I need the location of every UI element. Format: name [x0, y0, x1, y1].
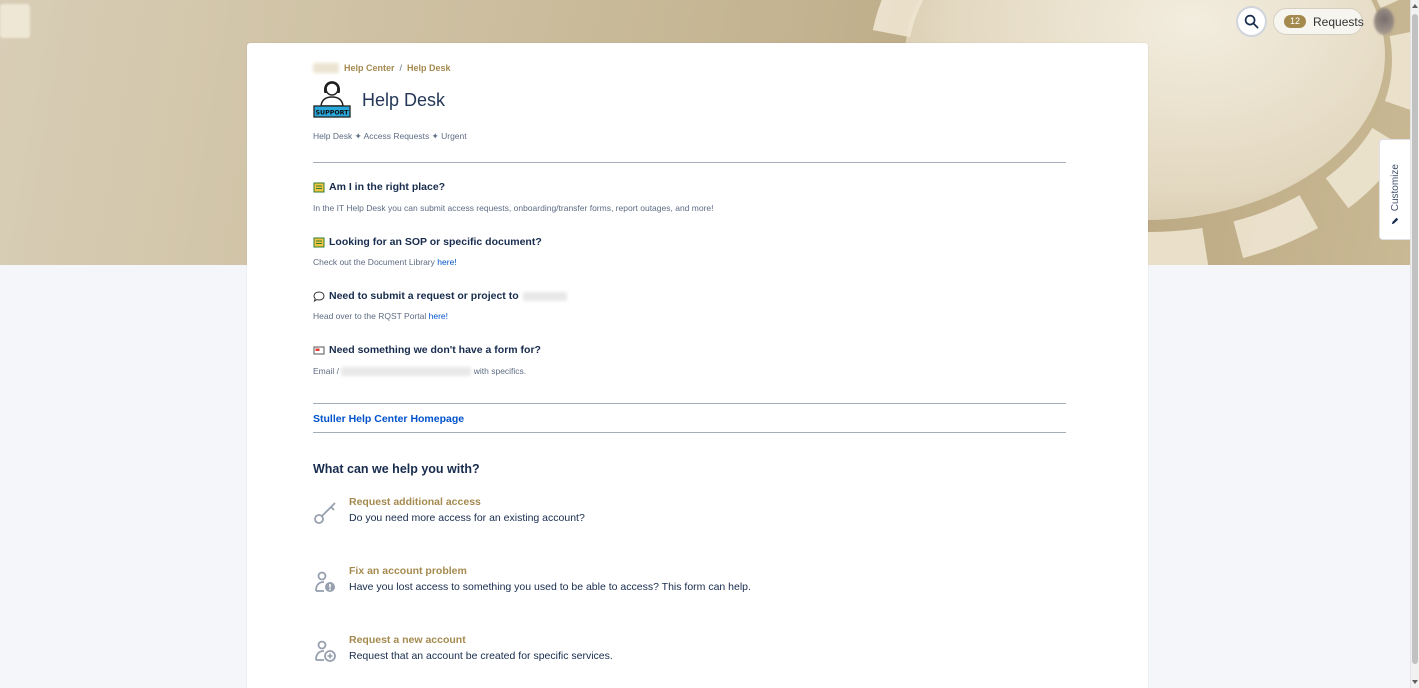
- section-text-sop: Check out the Document Library here!: [313, 257, 457, 267]
- request-type-title[interactable]: Fix an account problem: [349, 565, 467, 577]
- section-text-rqst: Head over to the RQST Portal here!: [313, 311, 448, 321]
- divider: [313, 403, 1066, 404]
- request-type-fix-account[interactable]: Fix an account problem Have you lost acc…: [313, 565, 1013, 605]
- breadcrumb-help-desk[interactable]: Help Desk: [407, 63, 451, 73]
- avatar[interactable]: [1374, 8, 1394, 35]
- page-subtitle: Help Desk ✦ Access Requests ✦ Urgent: [313, 131, 467, 141]
- request-type-description: Have you lost access to something you us…: [349, 581, 751, 593]
- speech-bubble-icon: [313, 290, 325, 302]
- requests-label: Requests: [1313, 14, 1364, 29]
- help-center-homepage-link[interactable]: Stuller Help Center Homepage: [313, 413, 464, 425]
- divider: [313, 162, 1066, 163]
- section-text-body: Check out the Document Library: [313, 257, 435, 267]
- envelope-icon: [313, 346, 325, 354]
- breadcrumb-help-center[interactable]: Help Center: [344, 63, 395, 73]
- redacted-text: [522, 291, 567, 301]
- pencil-icon: [1391, 217, 1399, 225]
- user-add-icon: [315, 640, 336, 662]
- book-icon: [313, 182, 325, 192]
- search-button[interactable]: [1238, 8, 1265, 35]
- svg-text:SUPPORT: SUPPORT: [315, 110, 349, 117]
- section-text-body: with specifics.: [473, 366, 527, 376]
- key-icon: [314, 502, 336, 524]
- section-title-no-form: Need something we don't have a form for?: [313, 344, 541, 356]
- support-agent-icon: SUPPORT: [313, 81, 351, 118]
- requests-count-badge: 12: [1284, 15, 1307, 28]
- site-logo[interactable]: [0, 4, 30, 38]
- section-text-no-form: Email / with specifics.: [313, 366, 527, 377]
- portal-card: Help Center / Help Desk SUPPORT Help Des…: [247, 43, 1148, 688]
- search-icon: [1244, 14, 1259, 29]
- section-title-text: Need something we don't have a form for?: [329, 344, 541, 356]
- section-title-text: Looking for an SOP or specific document?: [329, 236, 542, 248]
- request-type-title[interactable]: Request a new account: [349, 634, 466, 646]
- section-title-sop: Looking for an SOP or specific document?: [313, 236, 542, 248]
- help-heading: What can we help you with?: [313, 462, 480, 476]
- breadcrumb: Help Center / Help Desk: [313, 63, 451, 73]
- request-type-additional-access[interactable]: Request additional access Do you need mo…: [313, 496, 1013, 536]
- request-type-title[interactable]: Request additional access: [349, 496, 481, 508]
- redacted-email: [341, 367, 472, 377]
- section-text-body: Email /: [313, 366, 339, 376]
- divider: [313, 432, 1066, 433]
- scroll-thumb[interactable]: [1412, 14, 1418, 664]
- request-type-new-account[interactable]: Request a new account Request that an ac…: [313, 634, 1013, 674]
- section-title-rqst: Need to submit a request or project to: [313, 290, 567, 302]
- section-text-right-place: In the IT Help Desk you can submit acces…: [313, 203, 714, 213]
- request-type-description: Do you need more access for an existing …: [349, 512, 585, 524]
- section-title-right-place: Am I in the right place?: [313, 181, 445, 193]
- requests-button[interactable]: 12 Requests: [1273, 8, 1364, 35]
- page-title: Help Desk: [362, 90, 446, 110]
- rqst-portal-link[interactable]: here!: [429, 311, 448, 321]
- section-text-body: Head over to the RQST Portal: [313, 311, 427, 321]
- scrollbar[interactable]: [1410, 0, 1419, 688]
- user-alert-icon: [315, 571, 335, 592]
- customize-label: Customize: [1389, 163, 1401, 211]
- section-title-text: Am I in the right place?: [329, 181, 446, 193]
- document-library-link[interactable]: here!: [437, 257, 456, 267]
- customize-button[interactable]: Customize: [1379, 139, 1410, 240]
- book-icon: [313, 237, 325, 247]
- breadcrumb-separator: /: [399, 63, 403, 73]
- breadcrumb-org-name[interactable]: [313, 63, 339, 73]
- scroll-up-arrow-icon[interactable]: [1412, 4, 1418, 8]
- request-type-description: Request that an account be created for s…: [349, 650, 613, 662]
- section-title-text: Need to submit a request or project to: [329, 290, 519, 302]
- scroll-down-arrow-icon[interactable]: [1412, 680, 1418, 684]
